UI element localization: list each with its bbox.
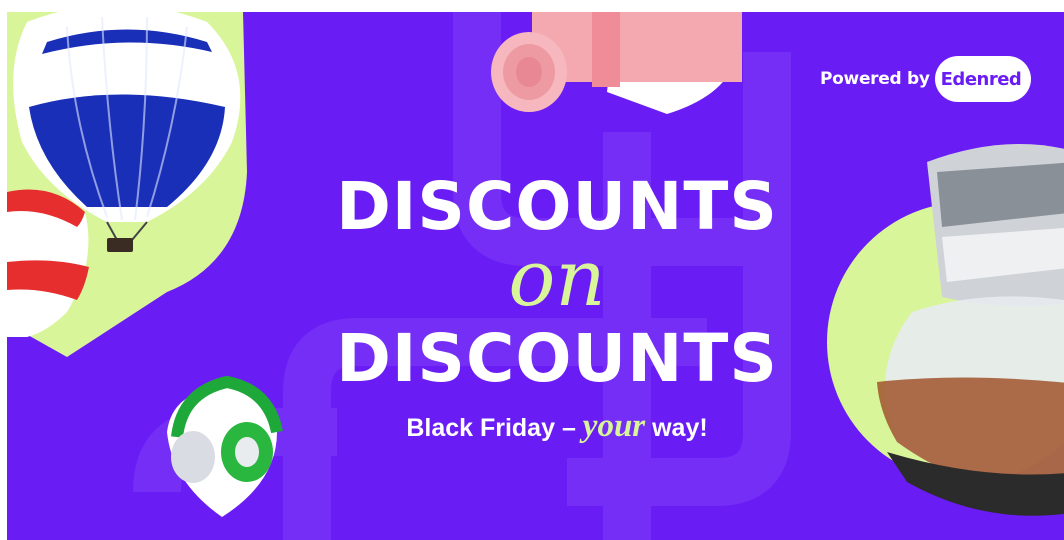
headline-line-2: on xyxy=(508,234,606,324)
tagline-before: Black Friday – xyxy=(406,414,576,442)
powered-by-text: Powered by xyxy=(820,69,930,89)
yoga-mat-icon xyxy=(491,12,742,114)
promo-banner[interactable]: Powered by Edenred DISCOUNTS on DISCOUNT… xyxy=(7,12,1064,540)
headline-line-1: DISCOUNTS xyxy=(336,168,778,245)
tagline-emphasis: your xyxy=(582,408,646,444)
coffee-maker-icon xyxy=(877,144,1064,516)
tagline: Black Friday – your way! xyxy=(287,410,827,444)
headphones-icon xyxy=(167,375,283,517)
edenred-logo: Edenred xyxy=(934,56,1032,102)
headline-line-3: DISCOUNTS xyxy=(336,320,778,397)
powered-by-badge: Powered by Edenred xyxy=(820,56,1032,102)
tagline-after: way! xyxy=(652,414,708,442)
